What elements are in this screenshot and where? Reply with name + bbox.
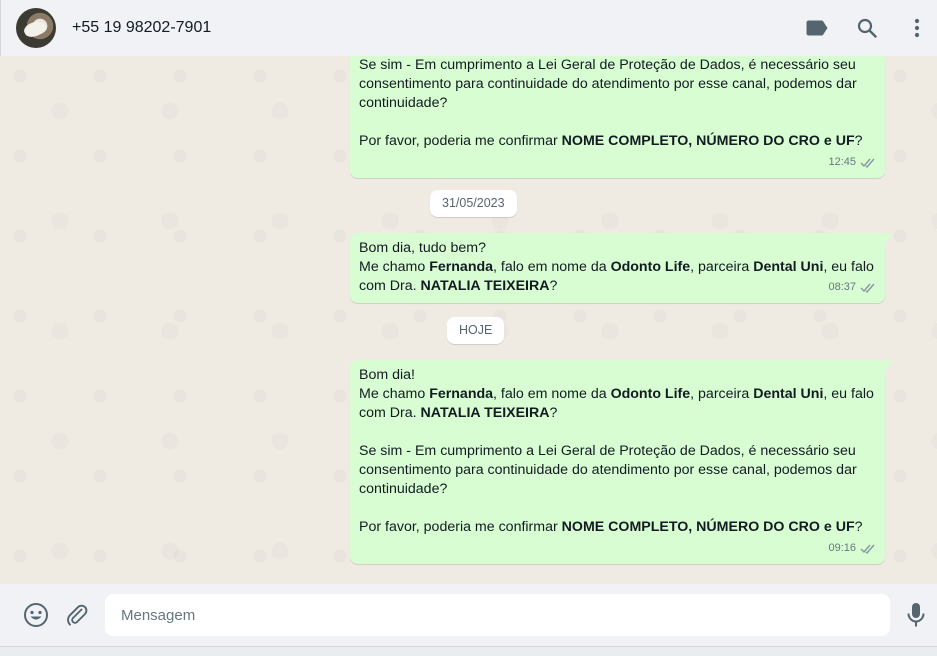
attach-icon[interactable] bbox=[64, 602, 90, 628]
message-text: Por favor, poderia me confirmar NOME COM… bbox=[359, 519, 863, 535]
read-ticks-icon bbox=[860, 543, 876, 554]
label-icon[interactable] bbox=[805, 16, 829, 40]
search-icon[interactable] bbox=[855, 16, 879, 40]
message-text: Por favor, poderia me confirmar NOME COM… bbox=[359, 133, 863, 149]
message-list[interactable]: Se sim - Em cumprimento a Lei Geral de P… bbox=[0, 56, 937, 584]
bubble-tail bbox=[884, 360, 893, 373]
message-text: Bom dia, tudo bem? bbox=[359, 240, 486, 256]
message-text: Se sim - Em cumprimento a Lei Geral de P… bbox=[359, 57, 857, 111]
read-ticks-icon bbox=[860, 157, 876, 168]
date-separator: 31/05/2023 bbox=[430, 190, 517, 217]
message-text: Se sim - Em cumprimento a Lei Geral de P… bbox=[359, 443, 857, 497]
message-text: Bom dia! bbox=[359, 367, 415, 383]
date-separator: HOJE bbox=[447, 317, 505, 344]
message-meta: 09:16 bbox=[359, 541, 876, 556]
outgoing-message[interactable]: Bom dia, tudo bem? Me chamo Fernanda, fa… bbox=[350, 233, 893, 303]
read-ticks-icon bbox=[860, 282, 876, 293]
message-text: Me chamo Fernanda, falo em nome da Odont… bbox=[359, 386, 874, 421]
emoji-icon[interactable] bbox=[23, 602, 49, 628]
mic-icon[interactable] bbox=[903, 602, 929, 628]
message-time: 12:45 bbox=[828, 156, 856, 168]
message-composer bbox=[0, 584, 937, 646]
menu-icon[interactable] bbox=[905, 16, 929, 40]
contact-name[interactable]: +55 19 98202-7901 bbox=[72, 19, 211, 37]
message-time: 09:16 bbox=[828, 542, 856, 554]
chat-header: +55 19 98202-7901 bbox=[0, 0, 937, 56]
message-input[interactable] bbox=[105, 594, 890, 636]
outgoing-message[interactable]: Bom dia! Me chamo Fernanda, falo em nome… bbox=[350, 360, 893, 564]
outgoing-message[interactable]: Se sim - Em cumprimento a Lei Geral de P… bbox=[350, 56, 885, 178]
message-meta: 12:45 bbox=[359, 155, 876, 170]
contact-avatar[interactable] bbox=[16, 8, 56, 48]
message-time: 08:37 bbox=[828, 281, 856, 293]
window-bottom-edge bbox=[0, 646, 937, 656]
bubble-tail bbox=[884, 233, 893, 246]
header-actions bbox=[805, 0, 937, 56]
